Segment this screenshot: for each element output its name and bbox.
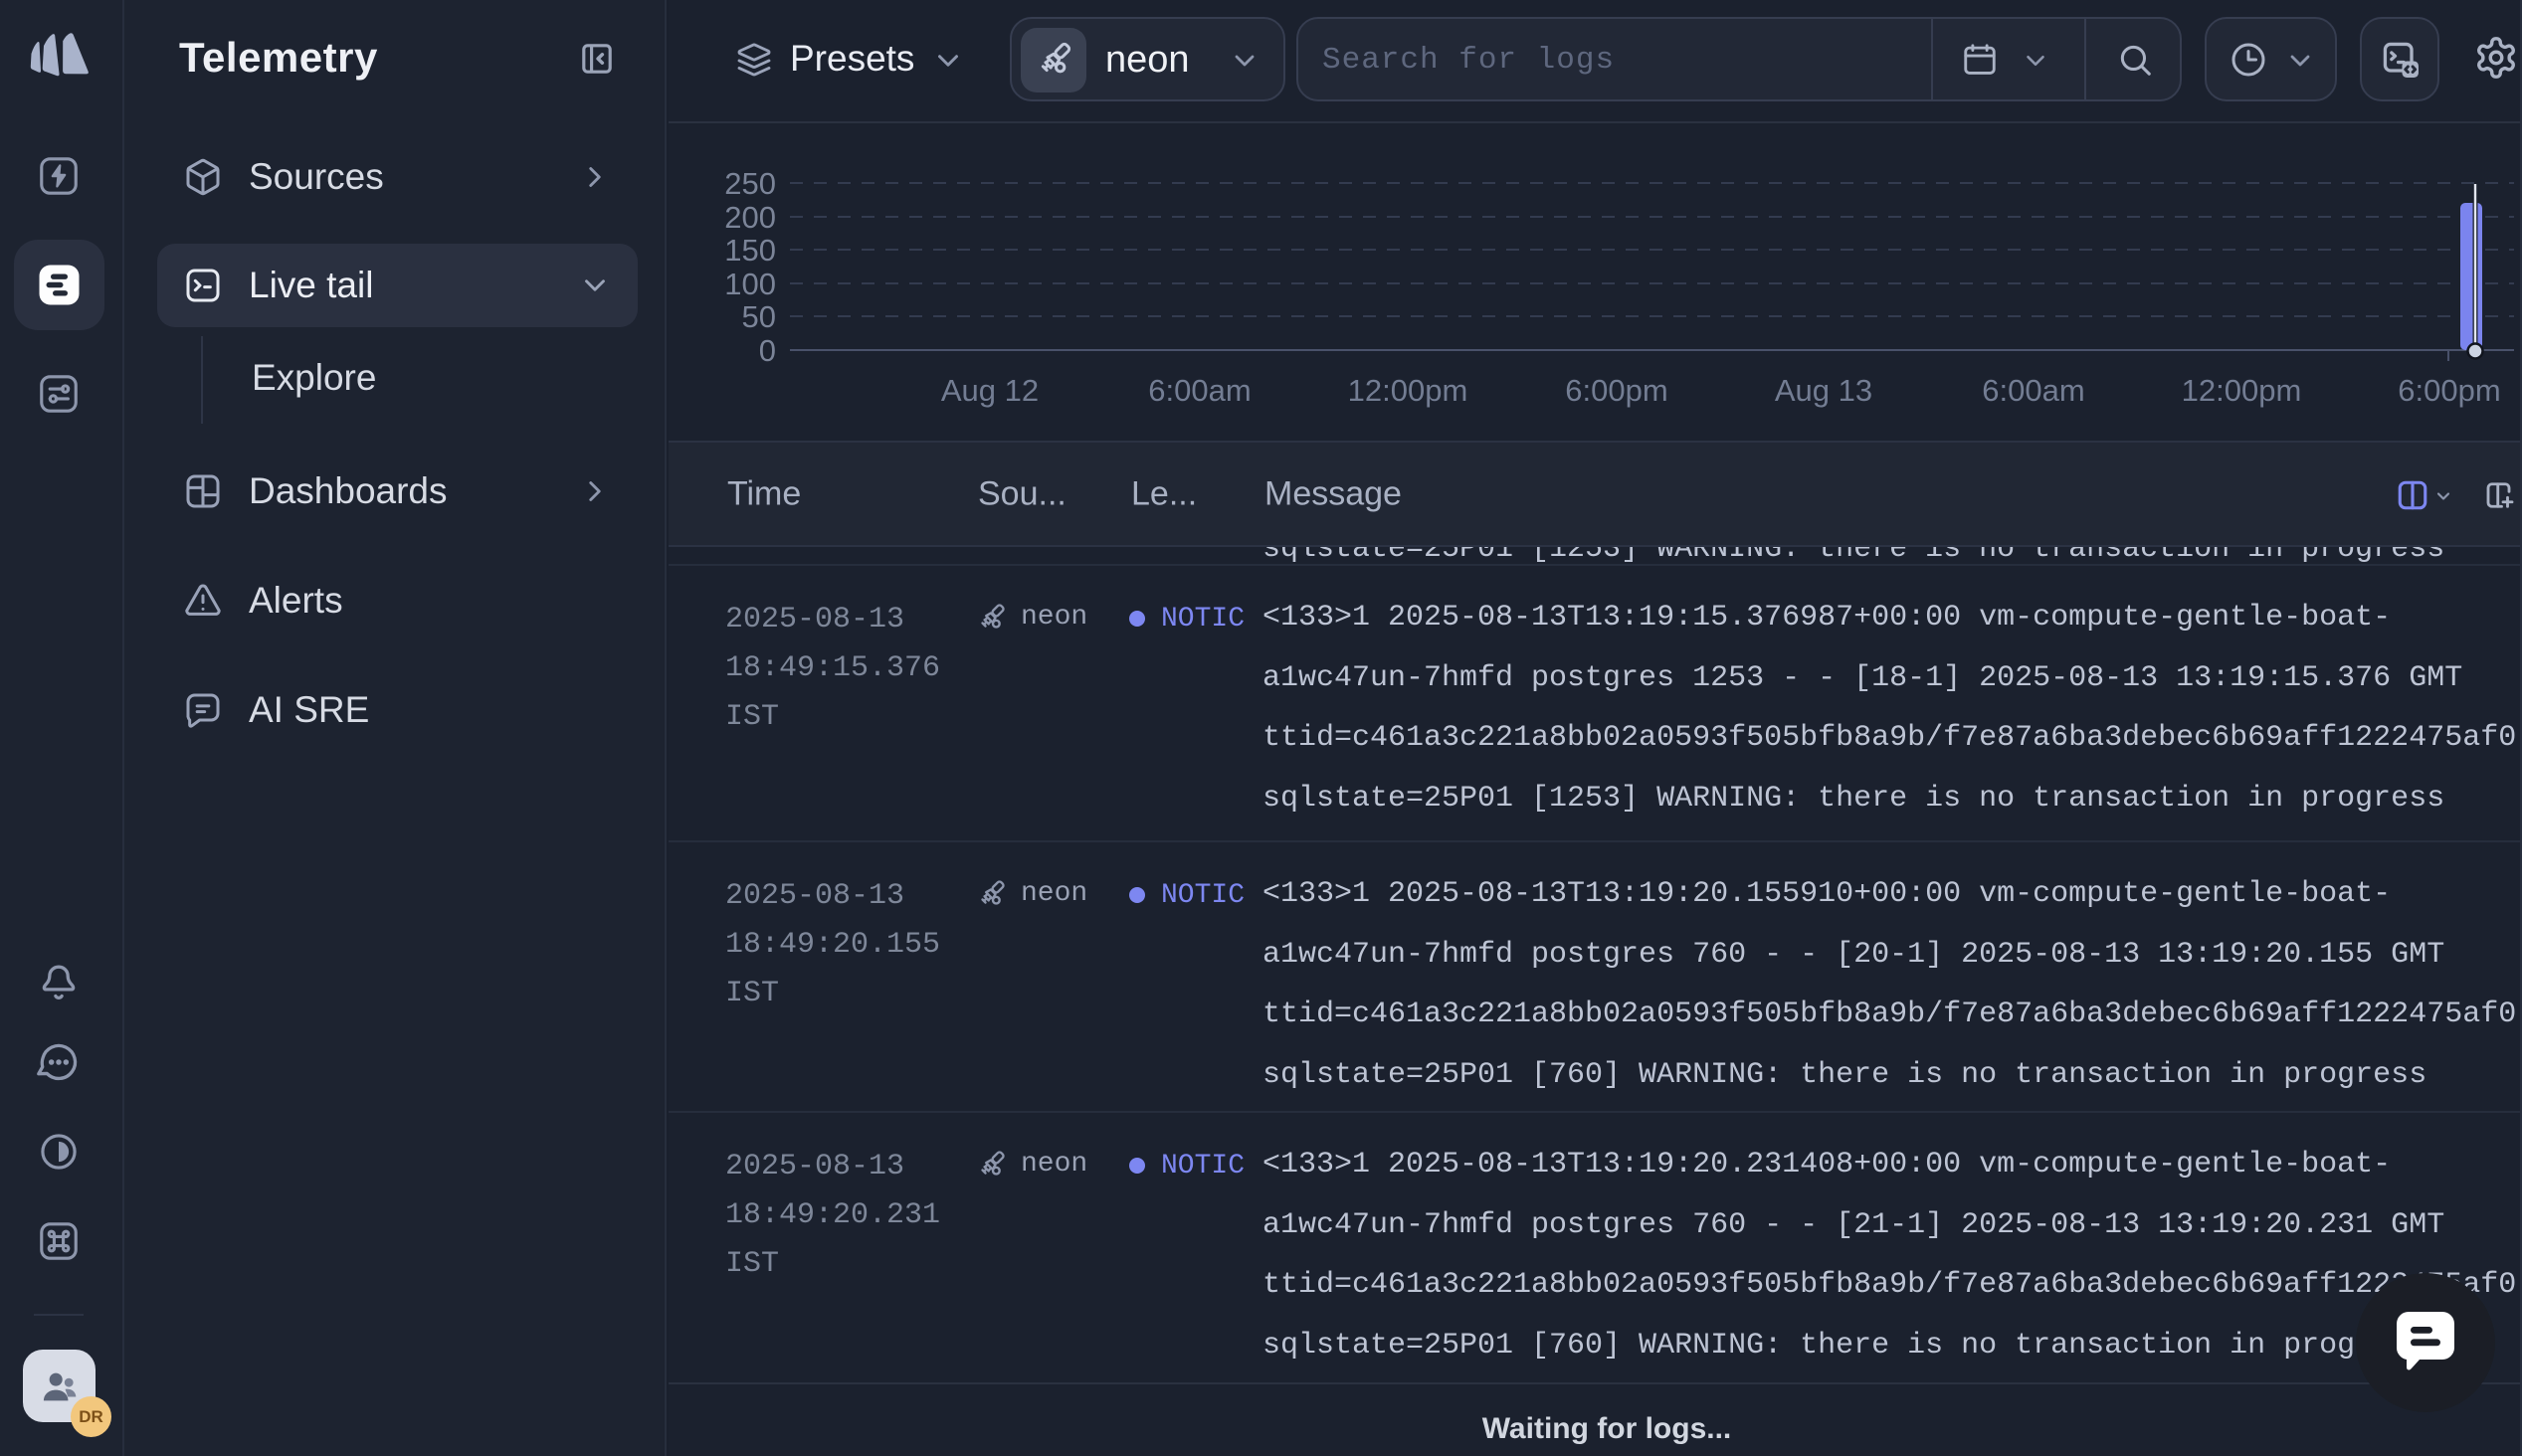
svg-text:12:00pm: 12:00pm (1348, 373, 1468, 408)
svg-text:Aug 12: Aug 12 (941, 373, 1039, 408)
svg-text:150: 150 (724, 233, 776, 268)
svg-text:50: 50 (742, 299, 776, 334)
svg-text:Aug 13: Aug 13 (1775, 373, 1872, 408)
svg-text:250: 250 (724, 166, 776, 201)
svg-text:6:00am: 6:00am (1982, 373, 2084, 408)
svg-text:6:00am: 6:00am (1148, 373, 1251, 408)
svg-text:200: 200 (724, 200, 776, 235)
svg-text:12:00pm: 12:00pm (2182, 373, 2302, 408)
svg-text:0: 0 (759, 333, 776, 368)
svg-text:6:00pm: 6:00pm (1565, 373, 1667, 408)
svg-text:100: 100 (724, 267, 776, 301)
svg-text:6:00pm: 6:00pm (2398, 373, 2500, 408)
